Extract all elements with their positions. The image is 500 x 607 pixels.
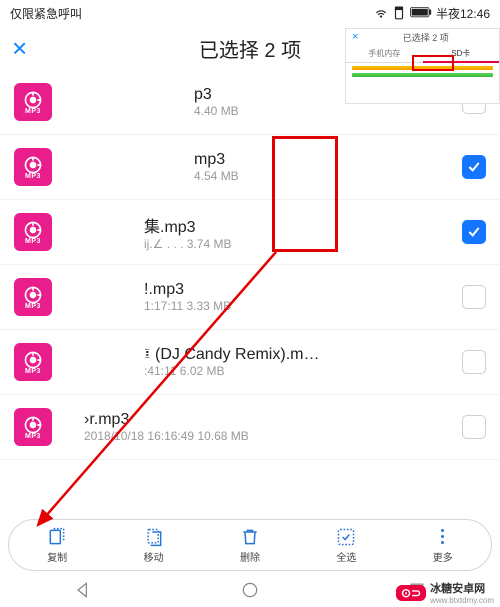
file-text: !.mp31:17:11 3.33 MB	[64, 281, 454, 313]
mp3-file-icon: MP3	[14, 148, 52, 186]
mp3-file-icon: MP3	[14, 343, 52, 381]
file-name: ›r.mp3	[84, 411, 454, 429]
watermark: ⊙⊃ 冰糖安卓网 www.btxtdmy.com	[396, 580, 494, 605]
inset-tab-phone: 手机内存	[346, 45, 423, 63]
status-left: 仅限紧急呼叫	[10, 5, 82, 22]
file-name: !.mp3	[144, 281, 454, 299]
bottom-toolbar: 复制 移动 删除 全选 更多	[8, 519, 492, 571]
file-meta: 2018/10/18 16:16:49 10.68 MB	[84, 429, 454, 443]
file-list: MP3p34.40 MBMP3mp34.54 MBMP3集.mp3ij.∠ . …	[0, 70, 500, 527]
file-text: ፤ (DJ Candy Remix).m…:41:11 6.02 MB	[64, 346, 454, 378]
file-name: 集.mp3	[144, 213, 454, 237]
status-right: 半夜12:46	[374, 5, 490, 22]
copy-icon	[47, 527, 67, 547]
checkbox[interactable]	[462, 155, 486, 179]
checkbox[interactable]	[462, 350, 486, 374]
trash-icon	[240, 527, 260, 547]
delete-button[interactable]: 删除	[240, 527, 260, 564]
file-meta: 4.54 MB	[194, 169, 454, 183]
file-row[interactable]: MP3 ፤ (DJ Candy Remix).m…:41:11 6.02 MB	[0, 330, 500, 395]
status-bar: 仅限紧急呼叫 半夜12:46	[0, 0, 500, 26]
move-icon	[144, 527, 164, 547]
inset-tab-sd: SD卡	[423, 45, 500, 63]
file-meta: :41:11 6.02 MB	[144, 364, 454, 378]
file-meta: ij.∠ . . . 3.74 MB	[144, 237, 454, 251]
inset-title: 已选择 2 项	[358, 31, 493, 44]
inset-panel: × 已选择 2 项 手机内存 SD卡 ›	[345, 28, 500, 104]
status-time: 半夜12:46	[436, 5, 490, 22]
file-text: ›r.mp32018/10/18 16:16:49 10.68 MB	[64, 411, 454, 443]
checkbox[interactable]	[462, 285, 486, 309]
file-meta: 1:17:11 3.33 MB	[144, 299, 454, 313]
file-meta: 4.40 MB	[194, 104, 454, 118]
checkbox[interactable]	[462, 415, 486, 439]
mp3-file-icon: MP3	[14, 83, 52, 121]
checkbox[interactable]	[462, 220, 486, 244]
brand-badge-icon: ⊙⊃	[396, 585, 426, 601]
file-row[interactable]: MP3 !.mp31:17:11 3.33 MB	[0, 265, 500, 330]
file-name: mp3	[194, 151, 454, 169]
copy-button[interactable]: 复制	[47, 527, 67, 564]
nav-home-icon[interactable]	[240, 580, 260, 600]
select-all-icon	[336, 527, 356, 547]
more-button[interactable]: 更多	[433, 527, 453, 564]
more-icon	[433, 527, 453, 547]
mp3-file-icon: MP3	[14, 408, 52, 446]
file-text: mp34.54 MB	[64, 151, 454, 183]
select-all-button[interactable]: 全选	[336, 527, 356, 564]
mp3-file-icon: MP3	[14, 278, 52, 316]
file-name: ፤ (DJ Candy Remix).m…	[144, 346, 454, 364]
file-row[interactable]: MP3 mp34.54 MB	[0, 135, 500, 200]
nav-back-icon[interactable]	[73, 580, 93, 600]
file-row[interactable]: MP3 集.mp3ij.∠ . . . 3.74 MB	[0, 200, 500, 265]
move-button[interactable]: 移动	[144, 527, 164, 564]
file-text: 集.mp3ij.∠ . . . 3.74 MB	[64, 213, 454, 251]
mp3-file-icon: MP3	[14, 213, 52, 251]
file-row[interactable]: MP3 ›r.mp32018/10/18 16:16:49 10.68 MB	[0, 395, 500, 460]
